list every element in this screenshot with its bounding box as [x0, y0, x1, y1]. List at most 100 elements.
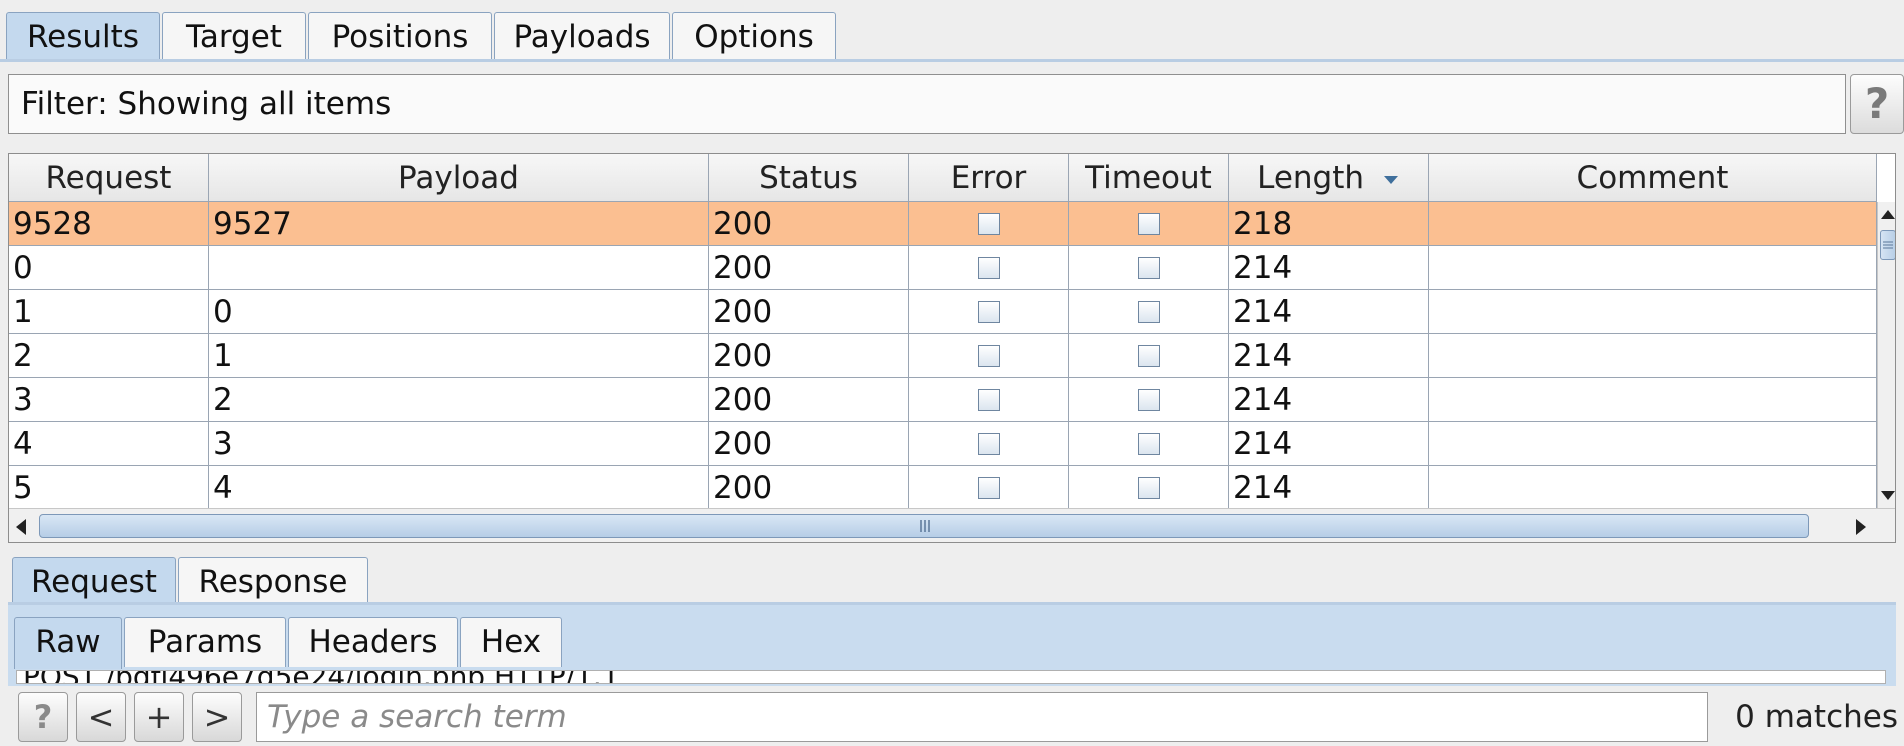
cell-timeout	[1069, 378, 1229, 422]
cell-payload: 1	[209, 334, 709, 378]
vertical-scroll-thumb[interactable]	[1880, 230, 1895, 260]
cell-error	[909, 290, 1069, 334]
cell-error	[909, 246, 1069, 290]
cell-request: 1	[9, 290, 209, 334]
search-input[interactable]	[256, 692, 1708, 742]
scroll-down-icon[interactable]	[1878, 486, 1896, 504]
column-header-comment[interactable]: Comment	[1429, 154, 1877, 202]
error-checkbox[interactable]	[978, 389, 1000, 411]
horizontal-scroll-thumb[interactable]	[39, 514, 1809, 538]
cell-timeout	[1069, 246, 1229, 290]
scroll-left-icon[interactable]	[11, 512, 33, 542]
top-tab-bar: Results Target Positions Payloads Option…	[0, 0, 1904, 62]
add-search-button[interactable]: +	[134, 692, 184, 742]
timeout-checkbox[interactable]	[1138, 345, 1160, 367]
cell-timeout	[1069, 290, 1229, 334]
tab-payloads[interactable]: Payloads	[494, 12, 670, 60]
filter-text: Filter: Showing all items	[21, 86, 392, 122]
column-header-timeout[interactable]: Timeout	[1069, 154, 1229, 202]
cell-payload: 9527	[209, 202, 709, 246]
table-row[interactable]: 9528 9527 200 218	[9, 202, 1877, 246]
request-first-line: POST /bdfl496e7d5e24/login.php HTTP/1.1	[17, 671, 1885, 683]
cell-status: 200	[709, 378, 909, 422]
grip-icon	[1883, 241, 1893, 249]
cell-status: 200	[709, 290, 909, 334]
tab-hex[interactable]: Hex	[460, 617, 562, 667]
cell-payload: 2	[209, 378, 709, 422]
table-row[interactable]: 3 2 200 214	[9, 378, 1877, 422]
tab-headers[interactable]: Headers	[288, 617, 458, 667]
filter-help-button[interactable]: ?	[1850, 74, 1904, 134]
cell-error	[909, 422, 1069, 466]
cell-status: 200	[709, 422, 909, 466]
column-header-request[interactable]: Request	[9, 154, 209, 202]
timeout-checkbox[interactable]	[1138, 433, 1160, 455]
error-checkbox[interactable]	[978, 213, 1000, 235]
cell-length: 214	[1229, 466, 1429, 510]
error-checkbox[interactable]	[978, 433, 1000, 455]
tab-params[interactable]: Params	[124, 617, 286, 667]
cell-comment	[1429, 466, 1877, 510]
tab-positions[interactable]: Positions	[308, 12, 492, 60]
results-table: Request Payload Status Error Timeout Len…	[8, 153, 1896, 543]
cell-length: 214	[1229, 334, 1429, 378]
timeout-checkbox[interactable]	[1138, 301, 1160, 323]
cell-request: 3	[9, 378, 209, 422]
cell-error	[909, 466, 1069, 510]
tab-divider	[0, 59, 1904, 62]
timeout-checkbox[interactable]	[1138, 477, 1160, 499]
error-checkbox[interactable]	[978, 345, 1000, 367]
cell-comment	[1429, 290, 1877, 334]
tab-request[interactable]: Request	[12, 557, 176, 605]
error-checkbox[interactable]	[978, 477, 1000, 499]
cell-error	[909, 334, 1069, 378]
column-header-error[interactable]: Error	[909, 154, 1069, 202]
scroll-right-icon[interactable]	[1849, 512, 1871, 542]
horizontal-scrollbar[interactable]	[9, 508, 1895, 542]
search-bar: ? < + > 0 matches	[0, 686, 1904, 746]
tab-response[interactable]: Response	[178, 557, 368, 603]
filter-bar[interactable]: Filter: Showing all items	[8, 74, 1846, 134]
cell-status: 200	[709, 202, 909, 246]
column-header-length-label: Length	[1257, 160, 1365, 196]
scroll-up-icon[interactable]	[1878, 206, 1896, 224]
cell-status: 200	[709, 246, 909, 290]
cell-comment	[1429, 246, 1877, 290]
table-row[interactable]: 4 3 200 214	[9, 422, 1877, 466]
column-header-status[interactable]: Status	[709, 154, 909, 202]
next-match-button[interactable]: >	[192, 692, 242, 742]
tab-options[interactable]: Options	[672, 12, 836, 60]
table-row[interactable]: 5 4 200 214	[9, 466, 1877, 510]
timeout-checkbox[interactable]	[1138, 257, 1160, 279]
cell-error	[909, 378, 1069, 422]
tab-raw[interactable]: Raw	[14, 617, 122, 669]
cell-timeout	[1069, 422, 1229, 466]
cell-request: 2	[9, 334, 209, 378]
raw-request-editor[interactable]: POST /bdfl496e7d5e24/login.php HTTP/1.1	[16, 670, 1886, 684]
cell-error	[909, 202, 1069, 246]
table-row[interactable]: 1 0 200 214	[9, 290, 1877, 334]
timeout-checkbox[interactable]	[1138, 389, 1160, 411]
timeout-checkbox[interactable]	[1138, 213, 1160, 235]
search-help-button[interactable]: ?	[18, 692, 68, 742]
cell-length: 214	[1229, 378, 1429, 422]
cell-comment	[1429, 202, 1877, 246]
error-checkbox[interactable]	[978, 257, 1000, 279]
column-header-length[interactable]: Length	[1229, 154, 1429, 202]
table-row[interactable]: 0 200 214	[9, 246, 1877, 290]
cell-timeout	[1069, 334, 1229, 378]
cell-request: 0	[9, 246, 209, 290]
error-checkbox[interactable]	[978, 301, 1000, 323]
column-header-payload[interactable]: Payload	[209, 154, 709, 202]
cell-timeout	[1069, 202, 1229, 246]
cell-status: 200	[709, 334, 909, 378]
previous-match-button[interactable]: <	[76, 692, 126, 742]
message-tab-bar: Request Response	[8, 555, 1896, 605]
cell-payload: 4	[209, 466, 709, 510]
tab-target[interactable]: Target	[162, 12, 306, 60]
cell-payload	[209, 246, 709, 290]
tab-results[interactable]: Results	[6, 12, 160, 62]
cell-comment	[1429, 422, 1877, 466]
vertical-scrollbar[interactable]	[1877, 202, 1896, 508]
table-row[interactable]: 2 1 200 214	[9, 334, 1877, 378]
